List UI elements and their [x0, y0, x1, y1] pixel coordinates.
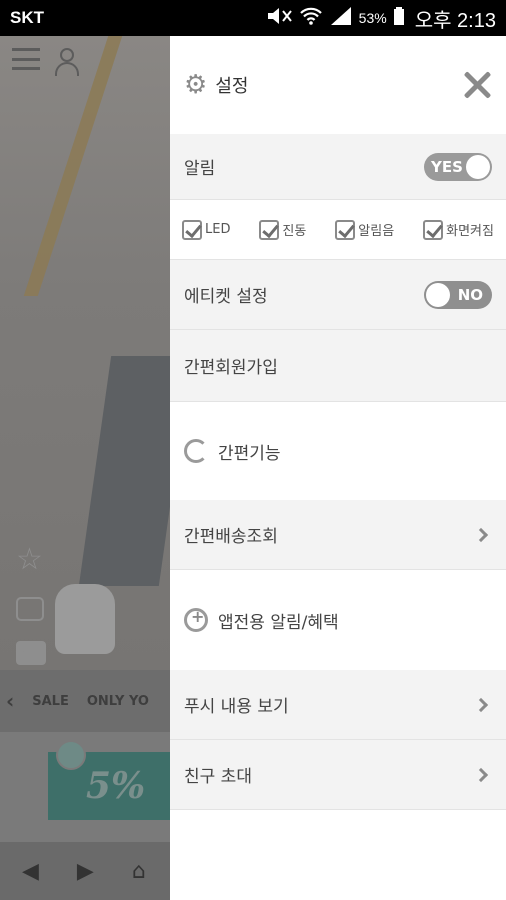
toggle-text: YES — [431, 157, 463, 176]
top-icons — [12, 48, 80, 76]
close-icon[interactable] — [462, 70, 492, 100]
option-label: 진동 — [282, 224, 307, 239]
chevron-right-icon — [473, 767, 489, 782]
delivery-lookup-row[interactable]: 간편배송조회 — [170, 500, 506, 570]
user-icon[interactable] — [54, 48, 80, 76]
signal-icon — [329, 6, 353, 31]
simple-features-label: 간편기능 — [218, 443, 281, 464]
status-bar: SKT 53% 오후 2:13 — [0, 0, 506, 36]
battery-percent: 53% — [358, 10, 387, 26]
refresh-icon — [184, 439, 208, 463]
star-icon[interactable]: ☆ — [16, 542, 46, 577]
push-view-label: 푸시 내용 보기 — [184, 697, 289, 717]
checkbox-checked-icon — [423, 219, 444, 240]
app-icon[interactable]: APP — [16, 641, 46, 665]
nav-item-only-you[interactable]: ONLY YO — [87, 694, 149, 709]
coupon-text: 5% — [86, 765, 146, 807]
back-icon[interactable]: ◀ — [22, 859, 39, 884]
chevron-right-icon — [473, 697, 489, 712]
settings-drawer: ⚙ 설정 알림 YES LED 진동 알림음 화면켜짐 에티켓 설정 NO 간편… — [170, 36, 506, 900]
option-label: 화면켜짐 — [446, 224, 494, 239]
settings-title: 설정 — [215, 76, 249, 97]
mute-icon — [265, 6, 293, 31]
delivery-lookup-label: 간편배송조회 — [184, 527, 278, 547]
notification-label: 알림 — [184, 159, 216, 179]
checkbox-checked-icon — [335, 219, 356, 240]
sound-checkbox[interactable]: 알림음 — [335, 219, 395, 240]
toggle-text: NO — [457, 285, 483, 304]
nav-item-sale[interactable]: SALE — [32, 694, 69, 709]
etiquette-label: 에티켓 설정 — [184, 287, 268, 307]
vibration-checkbox[interactable]: 진동 — [259, 219, 307, 240]
etiquette-toggle[interactable]: NO — [424, 280, 492, 309]
invite-friend-label: 친구 초대 — [184, 767, 252, 787]
category-nav: ‹ SALE ONLY YO — [0, 670, 170, 732]
bottom-nav: ◀ ▶ ⌂ — [0, 842, 170, 900]
simple-signup-label: 간편회원가입 — [184, 358, 278, 378]
screen-on-checkbox[interactable]: 화면켜짐 — [423, 219, 494, 240]
menu-icon[interactable] — [12, 48, 40, 70]
app-benefits-label: 앱전용 알림/혜택 — [218, 612, 339, 633]
simple-signup-row[interactable]: 간편회원가입 — [170, 330, 506, 402]
notification-options: LED 진동 알림음 화면켜짐 — [170, 200, 506, 260]
side-icons: ☆ APP — [16, 542, 46, 665]
plus-circle-icon — [184, 607, 208, 632]
instagram-icon[interactable] — [16, 597, 44, 621]
simple-features-header: 간편기능 — [170, 402, 506, 500]
gear-icon: ⚙ — [184, 70, 208, 100]
chevron-left-icon[interactable]: ‹ — [6, 689, 14, 713]
push-view-row[interactable]: 푸시 내용 보기 — [170, 670, 506, 740]
notification-row: 알림 YES — [170, 134, 506, 200]
checkbox-checked-icon — [182, 219, 202, 240]
wifi-icon — [299, 6, 323, 31]
forward-icon[interactable]: ▶ — [77, 859, 94, 884]
coupon-badge-icon — [56, 740, 86, 770]
home-icon[interactable]: ⌂ — [132, 859, 146, 884]
checkbox-checked-icon — [259, 219, 280, 240]
coupon-banner: 5% — [0, 732, 170, 842]
carrier-label: SKT — [10, 8, 44, 27]
notification-toggle[interactable]: YES — [424, 152, 492, 181]
clock: 오후 2:13 — [414, 9, 496, 32]
settings-header: ⚙ 설정 — [170, 36, 506, 134]
option-label: LED — [205, 222, 231, 237]
battery-icon — [393, 6, 405, 31]
invite-friend-row[interactable]: 친구 초대 — [170, 740, 506, 810]
etiquette-row: 에티켓 설정 NO — [170, 260, 506, 330]
option-label: 알림음 — [358, 224, 395, 239]
app-benefits-header: 앱전용 알림/혜택 — [170, 570, 506, 670]
led-checkbox[interactable]: LED — [182, 219, 231, 240]
background-app: ☆ APP ‹ SALE ONLY YO 5% ◀ ▶ ⌂ — [0, 36, 170, 900]
chevron-right-icon — [473, 527, 489, 542]
